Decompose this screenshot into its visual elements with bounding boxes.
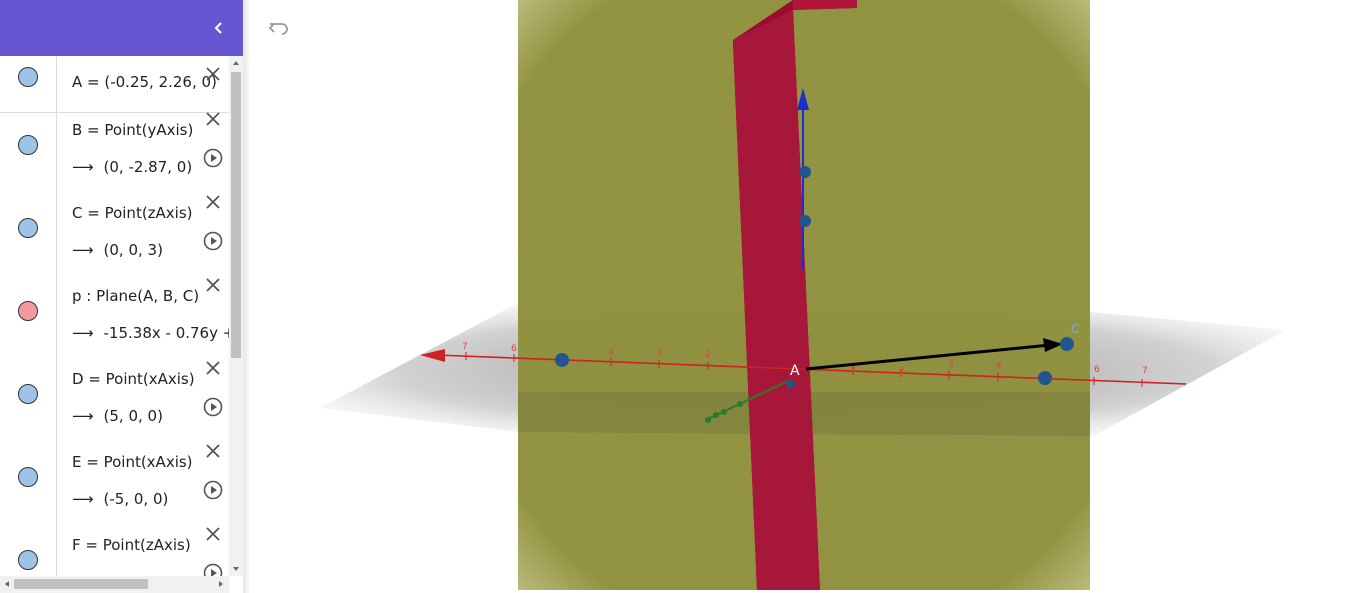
tick-label: 7: [1142, 366, 1148, 376]
scrollbar-thumb[interactable]: [14, 579, 148, 589]
graphics-3d-view[interactable]: 7 6 4 3 2 1 2 3 4 6 7 C A: [249, 0, 1366, 593]
list-item[interactable]: D = Point(xAxis) ⟶ (5, 0, 0): [0, 359, 229, 446]
horizontal-scrollbar[interactable]: [0, 576, 229, 593]
object-definition[interactable]: A = (-0.25, 2.26, 0): [72, 73, 217, 91]
tick-label: 7: [462, 342, 468, 352]
value-text: (5, 0, 0): [103, 407, 163, 425]
list-item[interactable]: E = Point(xAxis) ⟶ (-5, 0, 0): [0, 442, 229, 529]
marble-cell: [0, 445, 57, 528]
object-definition[interactable]: B = Point(yAxis): [72, 121, 193, 139]
visibility-toggle[interactable]: [18, 550, 38, 570]
marble-cell: [0, 528, 57, 576]
y-axis-tick: [713, 412, 719, 418]
tick-label: 1: [851, 365, 857, 375]
marble-cell: [0, 113, 57, 196]
marble-cell: [0, 279, 57, 362]
scroll-right-icon[interactable]: [214, 577, 228, 591]
close-icon[interactable]: [204, 442, 222, 460]
point-label-a: A: [790, 363, 800, 379]
close-icon[interactable]: [204, 110, 222, 128]
object-definition[interactable]: D = Point(xAxis): [72, 370, 195, 388]
value-text: (-5, 0, 0): [103, 490, 169, 508]
y-axis-tick: [721, 409, 727, 415]
point-e[interactable]: [555, 353, 569, 367]
tick-label: 3: [656, 349, 662, 359]
scroll-up-icon[interactable]: [229, 56, 243, 70]
list-item[interactable]: F = Point(zAxis): [0, 525, 229, 576]
point-z1[interactable]: [799, 166, 811, 178]
object-value: ⟶ (5, 0, 0): [72, 407, 163, 425]
marble-cell: [0, 56, 57, 112]
y-axis-tick: [737, 401, 743, 407]
arrow-icon: ⟶: [72, 324, 94, 342]
point-label-c: C: [1071, 322, 1079, 336]
visibility-toggle[interactable]: [18, 384, 38, 404]
value-text: (0, 0, 3): [103, 241, 163, 259]
algebra-view: A = (-0.25, 2.26, 0) B = Point(yAxis) ⟶ (…: [0, 0, 243, 593]
visibility-toggle[interactable]: [18, 67, 38, 87]
visibility-toggle[interactable]: [18, 467, 38, 487]
play-icon[interactable]: [203, 231, 223, 251]
tick-label: 2: [705, 350, 711, 360]
algebra-list: A = (-0.25, 2.26, 0) B = Point(yAxis) ⟶ (…: [0, 56, 229, 576]
arrow-icon: ⟶: [72, 241, 94, 259]
scrollbar-thumb[interactable]: [231, 72, 241, 358]
tick-label: 3: [948, 359, 954, 369]
object-definition[interactable]: C = Point(zAxis): [72, 204, 193, 222]
algebra-header: [0, 0, 243, 56]
scroll-down-icon[interactable]: [229, 562, 243, 576]
undo-icon[interactable]: [267, 17, 291, 39]
object-definition[interactable]: p : Plane(A, B, C): [72, 287, 199, 305]
object-definition[interactable]: E = Point(xAxis): [72, 453, 193, 471]
play-icon[interactable]: [203, 563, 223, 576]
close-icon[interactable]: [204, 276, 222, 294]
marble-cell: [0, 362, 57, 445]
y-axis-tick: [705, 417, 711, 423]
arrow-icon: ⟶: [72, 407, 94, 425]
close-icon[interactable]: [204, 359, 222, 377]
object-value: ⟶ (0, -2.87, 0): [72, 158, 192, 176]
point-c[interactable]: [1060, 337, 1074, 351]
object-value: ⟶ (-5, 0, 0): [72, 490, 168, 508]
chevron-left-icon[interactable]: [209, 16, 229, 40]
list-item[interactable]: C = Point(zAxis) ⟶ (0, 0, 3): [0, 193, 229, 280]
tick-label: 4: [608, 348, 614, 358]
list-item[interactable]: B = Point(yAxis) ⟶ (0, -2.87, 0): [0, 110, 229, 197]
tick-label: 2: [899, 367, 905, 377]
tick-label: 6: [511, 344, 517, 354]
visibility-toggle[interactable]: [18, 135, 38, 155]
value-text: -15.38x - 0.76y +: [103, 324, 229, 342]
tick-label: 4: [996, 361, 1002, 371]
play-icon[interactable]: [203, 397, 223, 417]
play-icon[interactable]: [203, 480, 223, 500]
scene-canvas[interactable]: 7 6 4 3 2 1 2 3 4 6 7 C A: [249, 0, 1366, 593]
vertical-scrollbar[interactable]: [229, 56, 243, 576]
visibility-toggle[interactable]: [18, 218, 38, 238]
visibility-toggle[interactable]: [18, 301, 38, 321]
close-icon[interactable]: [204, 525, 222, 543]
point-d[interactable]: [1038, 371, 1052, 385]
play-icon[interactable]: [203, 148, 223, 168]
close-icon[interactable]: [204, 65, 222, 83]
list-item[interactable]: p : Plane(A, B, C) ⟶ -15.38x - 0.76y +: [0, 276, 229, 363]
object-definition[interactable]: F = Point(zAxis): [72, 536, 191, 554]
arrow-icon: ⟶: [72, 490, 94, 508]
arrow-icon: ⟶: [72, 158, 94, 176]
close-icon[interactable]: [204, 193, 222, 211]
marble-cell: [0, 196, 57, 279]
point-z2[interactable]: [799, 215, 811, 227]
list-item[interactable]: A = (-0.25, 2.26, 0): [0, 56, 229, 113]
tick-label: 6: [1094, 365, 1100, 375]
value-text: (0, -2.87, 0): [103, 158, 193, 176]
object-value: ⟶ -15.38x - 0.76y +: [72, 324, 229, 342]
object-value: ⟶ (0, 0, 3): [72, 241, 163, 259]
scroll-left-icon[interactable]: [0, 577, 14, 591]
